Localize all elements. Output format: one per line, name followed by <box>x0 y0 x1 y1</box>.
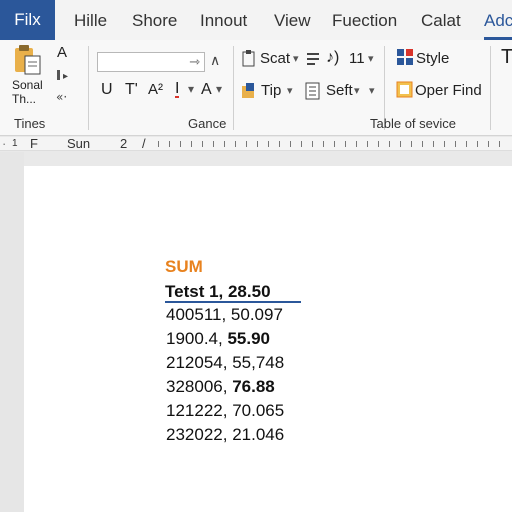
tab-view[interactable]: View <box>274 0 311 40</box>
document-lines-icon[interactable] <box>304 82 322 100</box>
style-button[interactable]: Style <box>416 50 449 67</box>
tab-file[interactable]: Filx <box>0 0 55 40</box>
svg-text:«·: «· <box>56 90 67 104</box>
ruler-number-1: 1 <box>12 138 18 149</box>
dropdown-icon[interactable]: ▾ <box>368 52 374 65</box>
row-value: 50.097 <box>230 305 283 324</box>
collapse-caret-icon[interactable]: ∧ <box>210 52 220 69</box>
paste-icon[interactable] <box>13 44 43 76</box>
ribbon-separator <box>490 46 491 130</box>
row-id: 212054, <box>166 353 233 372</box>
group-label-gance: Gance <box>188 116 227 131</box>
table-header-row: Tetst 1, 28.50 <box>165 282 301 303</box>
dropdown-icon[interactable]: ▾ <box>369 84 375 97</box>
overflow-t-button[interactable]: T <box>501 46 512 69</box>
tab-add[interactable]: Adc <box>484 0 512 40</box>
paste-label: Sonal <box>12 78 43 92</box>
format-painter-icon[interactable]: ▸ <box>56 68 78 82</box>
dropdown-icon[interactable]: ▾ <box>216 82 222 96</box>
row-value: 76.88 <box>232 377 275 396</box>
clipboard-icon[interactable] <box>241 50 257 68</box>
find-icon[interactable] <box>396 81 414 99</box>
ruler-number-2: 2 <box>120 136 128 151</box>
dropdown-icon[interactable]: ▾ <box>188 82 194 96</box>
ribbon-separator <box>88 46 89 130</box>
italic-highlight-button[interactable]: I <box>175 81 180 98</box>
tab-home[interactable]: Hille <box>74 0 107 40</box>
seft-button[interactable]: Seft <box>326 82 353 99</box>
ribbon-separator <box>233 46 234 130</box>
tip-icon[interactable] <box>240 82 258 100</box>
font-name-input[interactable]: ⇾ <box>97 52 205 72</box>
scat-button[interactable]: Scat <box>260 50 290 67</box>
left-margin-rail <box>0 152 24 512</box>
tab-function[interactable]: Fuection <box>332 0 397 40</box>
row-value: 55.90 <box>227 329 270 348</box>
dropdown-icon[interactable]: ▾ <box>287 84 293 97</box>
small-a-button[interactable]: A <box>57 44 67 61</box>
document-heading: SUM <box>165 257 203 276</box>
ruler-slash-mark: / <box>142 136 146 151</box>
dropdown-icon[interactable]: ▾ <box>354 84 360 97</box>
superscript-button[interactable]: A² <box>148 81 163 98</box>
table-row: 400511, 50.097 <box>166 305 283 325</box>
paste-sub-label: Th... <box>12 92 37 106</box>
ruler-label-f: F <box>30 136 38 151</box>
table-row: 212054, 55,748 <box>166 353 284 373</box>
send-arrow-icon[interactable]: ⇾ <box>189 54 200 70</box>
text-effects-button[interactable]: T' <box>125 81 138 99</box>
row-id: 400511, <box>166 305 231 324</box>
ruler[interactable]: · 1 F Sun 2 / <box>0 137 512 151</box>
group-label-tines: Tines <box>14 116 46 131</box>
svg-text:▸: ▸ <box>63 71 68 82</box>
row-value: 70.065 <box>232 401 285 420</box>
tip-button[interactable]: Tip <box>261 82 281 99</box>
tab-insert[interactable]: Innout <box>200 0 247 40</box>
row-id: 328006, <box>166 377 233 396</box>
music-note-icon[interactable]: ♪) <box>326 49 339 67</box>
row-id: 1900.4, <box>166 329 228 348</box>
tab-share[interactable]: Shore <box>132 0 177 40</box>
underline-button[interactable]: U <box>101 81 113 99</box>
oper-find-button[interactable]: Oper Find <box>415 82 482 99</box>
font-size-value[interactable]: 11 <box>349 50 365 67</box>
dropdown-icon[interactable]: ▾ <box>293 52 299 65</box>
ruler-left-mark: · <box>2 136 7 151</box>
row-value: 55,748 <box>232 353 285 372</box>
styles-grid-icon[interactable] <box>397 49 414 66</box>
table-row: 1900.4, 55.90 <box>166 329 270 349</box>
row-id: 121222, <box>166 401 233 420</box>
group-label-table-of-sevice: Table of sevice <box>370 116 456 131</box>
font-color-button[interactable]: A <box>201 81 212 99</box>
row-id: 232022, <box>166 425 233 444</box>
ruler-ticks <box>158 141 508 147</box>
ribbon: Sonal Th... A ▸ «· Tines ⇾ ∧ U T' A² I ▾… <box>0 40 512 136</box>
table-row: 232022, 21.046 <box>166 425 284 445</box>
undo-arrow-icon[interactable]: «· <box>56 90 78 104</box>
table-row: 328006, 76.88 <box>166 377 275 397</box>
table-row: 121222, 70.065 <box>166 401 284 421</box>
row-value: 21.046 <box>232 425 285 444</box>
ribbon-tab-bar: Filx Hille Shore Innout View Fuection Ca… <box>0 0 512 40</box>
ruler-label-sun: Sun <box>67 136 91 151</box>
tab-calat[interactable]: Calat <box>421 0 461 40</box>
list-icon[interactable] <box>305 50 321 68</box>
